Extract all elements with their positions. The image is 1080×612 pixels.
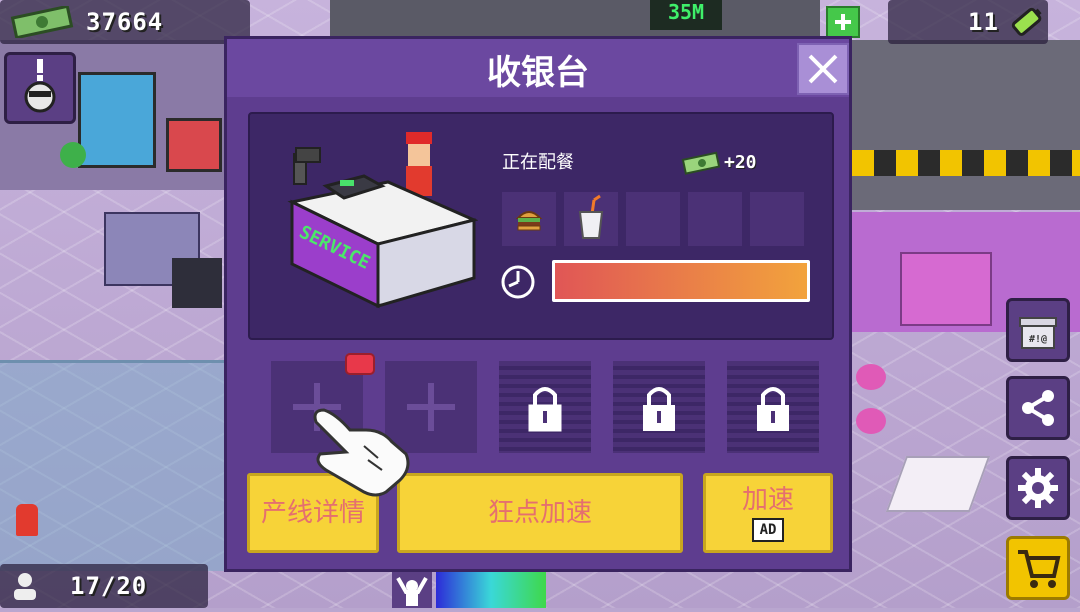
service-counter-illustration: SERVICE	[287, 132, 478, 309]
svg-text:#!@: #!@	[1029, 334, 1047, 345]
energy-value: 11	[968, 8, 999, 36]
gear-icon	[1018, 468, 1058, 508]
share-icon	[1022, 390, 1054, 426]
notification-badge	[345, 353, 375, 375]
drink-cup-icon	[578, 194, 604, 239]
reward-amount: +20	[724, 152, 757, 173]
ad-speedup-button[interactable]: 加速 AD	[703, 473, 833, 553]
rainbow-floor	[436, 572, 546, 608]
money-value: 37664	[86, 8, 164, 36]
back-wall	[330, 0, 820, 36]
line-slot-locked[interactable]	[727, 361, 819, 453]
tap-speedup-label: 狂点加速	[487, 498, 592, 528]
close-icon	[808, 54, 838, 84]
poster-left	[78, 72, 156, 168]
tutorial-hand-pointer	[313, 408, 410, 497]
tap-speedup-button[interactable]: 狂点加速	[397, 473, 683, 553]
lock-icon	[757, 387, 789, 431]
plant	[60, 142, 86, 168]
gift-icon: #!@	[1019, 317, 1057, 349]
stool	[856, 364, 886, 390]
stool	[856, 408, 886, 434]
line-slot-locked[interactable]	[499, 361, 591, 453]
person-icon	[14, 573, 36, 600]
line-details-label: 产线详情	[260, 498, 365, 528]
cheering-person-icon	[396, 577, 428, 606]
parking-area	[852, 40, 1080, 210]
order-slot-empty	[688, 192, 742, 246]
glass-wall	[0, 360, 240, 571]
progress-track	[552, 260, 810, 302]
battery-icon	[1011, 7, 1042, 36]
line-slot-locked[interactable]	[613, 361, 705, 453]
staff-bar: 17/20	[0, 564, 208, 608]
manager-avatar-icon	[24, 59, 56, 113]
plus-icon	[835, 14, 851, 30]
energy-bar: 11	[888, 0, 1048, 44]
poster-right	[166, 118, 222, 172]
money-bar: 37664	[0, 0, 250, 44]
hazard-stripe	[852, 150, 1080, 176]
ad-video-icon: AD	[751, 518, 785, 542]
order-slot	[564, 192, 618, 246]
cheer-button[interactable]	[392, 572, 432, 608]
cash-reward-icon	[681, 151, 721, 175]
add-energy-button[interactable]	[826, 6, 860, 38]
lock-icon	[643, 387, 675, 431]
table	[885, 456, 991, 512]
hydrant	[16, 504, 38, 536]
staff-count-value: 17/20	[70, 572, 148, 600]
sofa	[900, 252, 992, 326]
machine	[172, 258, 222, 308]
manager-avatar-button[interactable]	[4, 52, 76, 124]
timer-icon	[501, 265, 535, 299]
share-button[interactable]	[1006, 376, 1070, 440]
gift-button[interactable]: #!@	[1006, 298, 1070, 362]
cart-icon	[1018, 550, 1061, 588]
order-slot	[502, 192, 556, 246]
dialog-title: 收银台	[487, 53, 589, 93]
order-slot-empty	[750, 192, 804, 246]
status-text: 正在配餐	[502, 152, 574, 173]
station-info-panel: SERVICE 正在配餐 +20	[248, 112, 834, 340]
ad-speedup-label: 加速	[741, 485, 794, 515]
shop-button[interactable]	[1006, 536, 1070, 600]
close-button[interactable]	[797, 43, 849, 95]
cash-icon	[10, 6, 74, 38]
ad-badge-text: AD	[759, 522, 777, 538]
progress-fill	[555, 263, 807, 299]
order-slot-empty	[626, 192, 680, 246]
burger-icon	[515, 211, 543, 231]
elevator-display: 35M	[650, 0, 722, 30]
settings-button[interactable]	[1006, 456, 1070, 520]
lock-icon	[528, 387, 562, 432]
